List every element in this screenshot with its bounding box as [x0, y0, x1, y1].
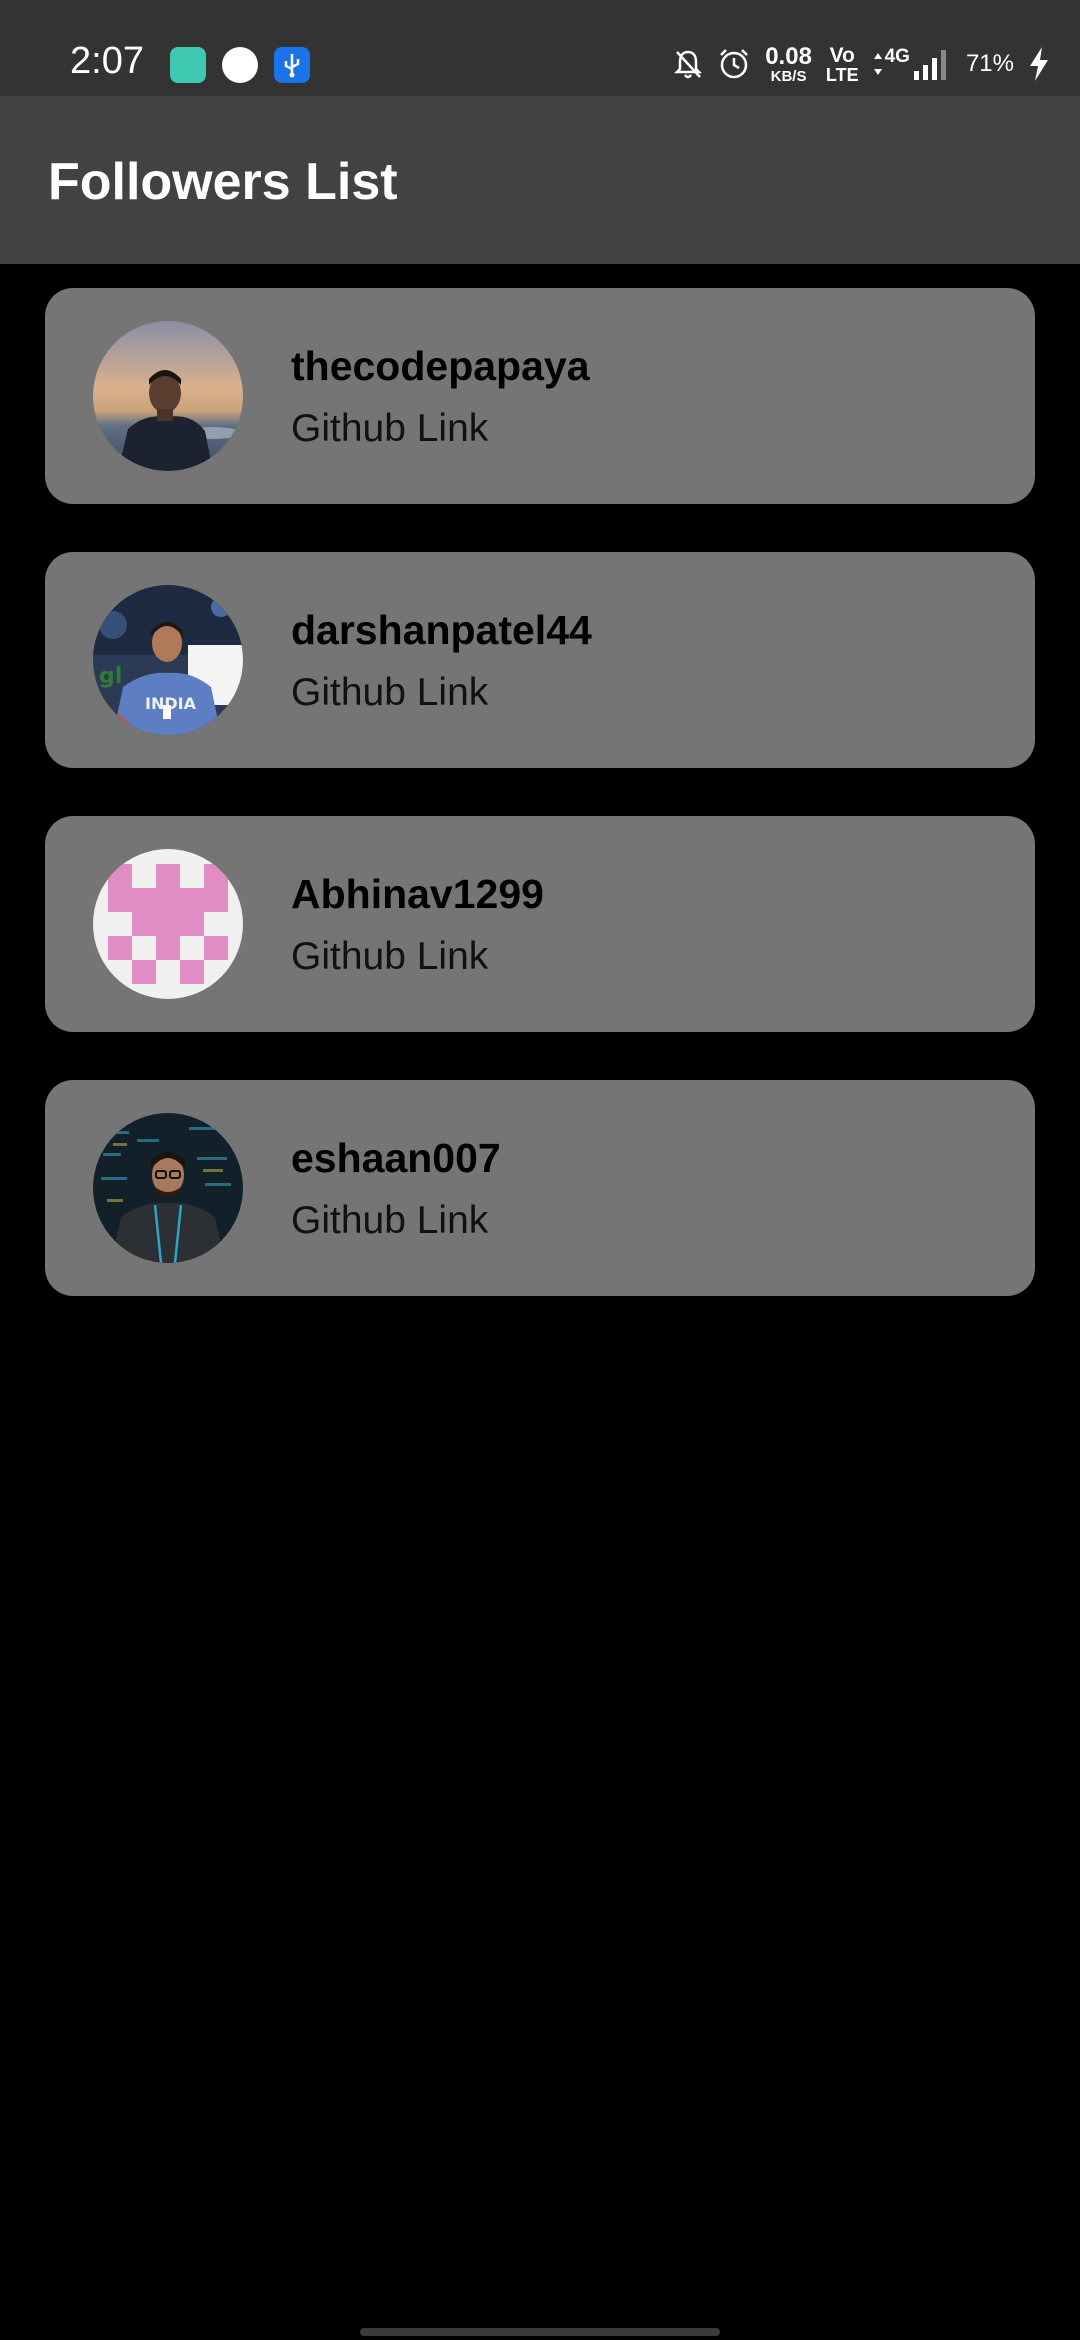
dot-app-icon [222, 47, 258, 83]
follower-card[interactable]: gl INDIA darshanpatel44 Github Link [45, 552, 1035, 768]
page-title: Followers List [48, 153, 398, 211]
battery-percent: 71% [965, 50, 1014, 77]
follower-username: Abhinav1299 [291, 871, 544, 917]
usb-icon [274, 47, 310, 83]
gesture-nav-handle[interactable] [360, 2328, 720, 2336]
net-speed-unit: KB/S [770, 67, 807, 85]
followers-list: thecodepapaya Github Link gl INDIA darsh… [45, 288, 1035, 1296]
follower-username: thecodepapaya [291, 343, 590, 389]
status-indicators: 0.08 KB/S Vo LTE 4G 71% [673, 44, 1050, 84]
github-link[interactable]: Github Link [291, 1199, 488, 1243]
avatar[interactable]: gl INDIA [93, 585, 243, 735]
status-bar: 2:07 0.08 KB/S Vo LTE 4G 71% [0, 0, 1080, 96]
github-link[interactable]: Github Link [291, 407, 488, 451]
github-link[interactable]: Github Link [291, 935, 488, 979]
notifications-off-icon [674, 50, 703, 79]
avatar[interactable] [93, 849, 243, 999]
screen: 2:07 0.08 KB/S Vo LTE 4G 71% Followers L… [0, 0, 1080, 2340]
avatar[interactable] [93, 321, 243, 471]
net-speed-value: 0.08 [765, 42, 812, 70]
github-link[interactable]: Github Link [291, 671, 488, 715]
data-arrows-icon [873, 53, 882, 75]
chat-app-icon [170, 47, 206, 83]
net-speed: 0.08 KB/S [765, 42, 812, 85]
volte-bottom: LTE [825, 64, 859, 85]
avatar[interactable] [93, 1113, 243, 1263]
svg-text:gl: gl [99, 664, 122, 689]
charging-icon [1030, 47, 1048, 81]
follower-username: darshanpatel44 [291, 607, 592, 653]
volte-top: Vo [829, 43, 855, 67]
status-time: 2:07 [70, 40, 144, 82]
follower-card[interactable]: Abhinav1299 Github Link [45, 816, 1035, 1032]
follower-card[interactable]: thecodepapaya Github Link [45, 288, 1035, 504]
app-bar: Followers List [0, 96, 1080, 264]
alarm-icon [720, 49, 749, 79]
follower-username: eshaan007 [291, 1135, 501, 1181]
follower-card[interactable]: eshaan007 Github Link [45, 1080, 1035, 1296]
network-type: 4G [884, 46, 910, 67]
signal-icon [913, 50, 946, 80]
volte-indicator: Vo LTE [826, 45, 859, 84]
mobile-network: 4G [873, 46, 952, 81]
